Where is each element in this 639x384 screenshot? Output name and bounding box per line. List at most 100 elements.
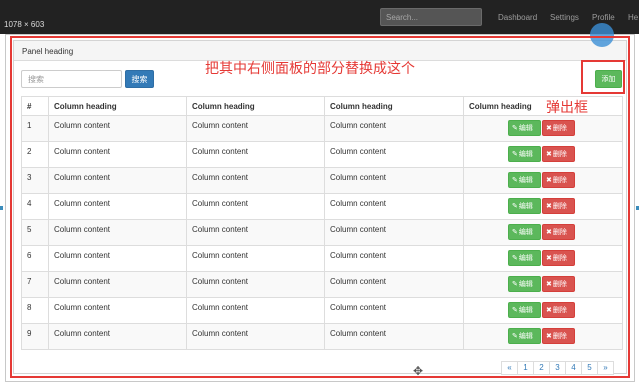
header-column-2: Column heading <box>186 96 325 116</box>
row-actions: ✎编辑 ✖删除 <box>463 271 623 298</box>
pencil-icon: ✎ <box>512 306 518 314</box>
row-cell: Column content <box>324 115 464 142</box>
pencil-icon: ✎ <box>512 124 518 132</box>
delete-label: 删除 <box>552 150 567 158</box>
row-actions: ✎编辑 ✖删除 <box>463 193 623 220</box>
delete-label: 删除 <box>552 124 567 132</box>
times-icon: ✖ <box>546 332 552 340</box>
times-icon: ✖ <box>546 124 552 132</box>
times-icon: ✖ <box>546 202 552 210</box>
search-input[interactable] <box>21 70 122 88</box>
nav-link-settings[interactable]: Settings <box>550 13 579 22</box>
delete-button[interactable]: ✖删除 <box>542 224 575 240</box>
delete-button[interactable]: ✖删除 <box>542 302 575 318</box>
delete-label: 删除 <box>552 332 567 340</box>
cursor-indicator <box>590 23 614 47</box>
times-icon: ✖ <box>546 176 552 184</box>
pencil-icon: ✎ <box>512 228 518 236</box>
table-row: 1 Column content Column content Column cont… <box>21 115 623 142</box>
table-row: 8 Column content Column content Column cont… <box>21 297 623 324</box>
pagination-page-3[interactable]: 3 <box>549 361 566 375</box>
edit-button[interactable]: ✎编辑 <box>508 198 541 214</box>
edit-button[interactable]: ✎编辑 <box>508 302 541 318</box>
row-cell: Column content <box>324 219 464 246</box>
pencil-icon: ✎ <box>512 254 518 262</box>
row-cell: Column content <box>48 167 187 194</box>
edit-button[interactable]: ✎编辑 <box>508 276 541 292</box>
pagination-page-2[interactable]: 2 <box>533 361 550 375</box>
header-column-1: Column heading <box>48 96 187 116</box>
edit-button[interactable]: ✎编辑 <box>508 120 541 136</box>
pagination-page-4[interactable]: 4 <box>565 361 582 375</box>
row-index: 2 <box>21 141 49 168</box>
pencil-icon: ✎ <box>512 176 518 184</box>
times-icon: ✖ <box>546 254 552 262</box>
search-button[interactable]: 搜索 <box>125 70 154 88</box>
delete-button[interactable]: ✖删除 <box>542 250 575 266</box>
row-index: 1 <box>21 115 49 142</box>
row-actions: ✎编辑 ✖删除 <box>463 141 623 168</box>
edit-button[interactable]: ✎编辑 <box>508 224 541 240</box>
edit-button[interactable]: ✎编辑 <box>508 172 541 188</box>
annotation-text-main: 把其中右侧面板的部分替换成这个 <box>205 61 415 77</box>
resize-handle-left[interactable] <box>0 206 3 210</box>
navbar-search-input[interactable] <box>381 9 481 25</box>
edit-button[interactable]: ✎编辑 <box>508 328 541 344</box>
table-row: 9 Column content Column content Column cont… <box>21 323 623 350</box>
row-cell: Column content <box>324 271 464 298</box>
edit-label: 编辑 <box>518 332 533 340</box>
table-row: 2 Column content Column content Column cont… <box>21 141 623 168</box>
table-row: 4 Column content Column content Column cont… <box>21 193 623 220</box>
row-actions: ✎编辑 ✖删除 <box>463 297 623 324</box>
add-button[interactable]: 添加 <box>595 70 622 88</box>
delete-button[interactable]: ✖删除 <box>542 120 575 136</box>
pagination-page-5[interactable]: 5 <box>581 361 598 375</box>
move-cursor-icon: ✥ <box>413 364 424 378</box>
row-index: 4 <box>21 193 49 220</box>
delete-button[interactable]: ✖删除 <box>542 146 575 162</box>
edit-label: 编辑 <box>518 280 533 288</box>
times-icon: ✖ <box>546 228 552 236</box>
row-cell: Column content <box>324 193 464 220</box>
row-index: 7 <box>21 271 49 298</box>
annotation-text-popup: 弹出框 <box>546 100 588 116</box>
table-header-row: # Column heading Column heading Column h… <box>21 96 623 116</box>
delete-label: 删除 <box>552 306 567 314</box>
browser-top-bar: 1078 × 603 Dashboard Settings Profile He <box>0 0 639 34</box>
pagination-prev[interactable]: « <box>501 361 518 375</box>
row-actions: ✎编辑 ✖删除 <box>463 115 623 142</box>
row-cell: Column content <box>324 297 464 324</box>
edit-label: 编辑 <box>518 176 533 184</box>
pagination-page-1[interactable]: 1 <box>517 361 534 375</box>
delete-button[interactable]: ✖删除 <box>542 328 575 344</box>
edit-label: 编辑 <box>518 228 533 236</box>
pencil-icon: ✎ <box>512 280 518 288</box>
table-row: 5 Column content Column content Column cont… <box>21 219 623 246</box>
delete-label: 删除 <box>552 280 567 288</box>
edit-button[interactable]: ✎编辑 <box>508 146 541 162</box>
pagination-next[interactable]: » <box>597 361 614 375</box>
row-actions: ✎编辑 ✖删除 <box>463 219 623 246</box>
navbar-search[interactable] <box>380 8 482 26</box>
row-index: 6 <box>21 245 49 272</box>
row-cell: Column content <box>186 167 325 194</box>
delete-button[interactable]: ✖删除 <box>542 198 575 214</box>
nav-link-dashboard[interactable]: Dashboard <box>498 13 537 22</box>
row-cell: Column content <box>48 271 187 298</box>
nav-link-profile[interactable]: Profile <box>592 13 615 22</box>
row-cell: Column content <box>48 115 187 142</box>
delete-button[interactable]: ✖删除 <box>542 172 575 188</box>
delete-button[interactable]: ✖删除 <box>542 276 575 292</box>
edit-label: 编辑 <box>518 124 533 132</box>
table-row: 6 Column content Column content Column cont… <box>21 245 623 272</box>
row-cell: Column content <box>48 141 187 168</box>
delete-label: 删除 <box>552 254 567 262</box>
row-cell: Column content <box>48 297 187 324</box>
nav-link-help[interactable]: He <box>628 13 638 22</box>
pencil-icon: ✎ <box>512 332 518 340</box>
edit-label: 编辑 <box>518 202 533 210</box>
header-column-4: Column heading <box>463 96 623 116</box>
row-cell: Column content <box>186 193 325 220</box>
row-index: 8 <box>21 297 49 324</box>
edit-button[interactable]: ✎编辑 <box>508 250 541 266</box>
